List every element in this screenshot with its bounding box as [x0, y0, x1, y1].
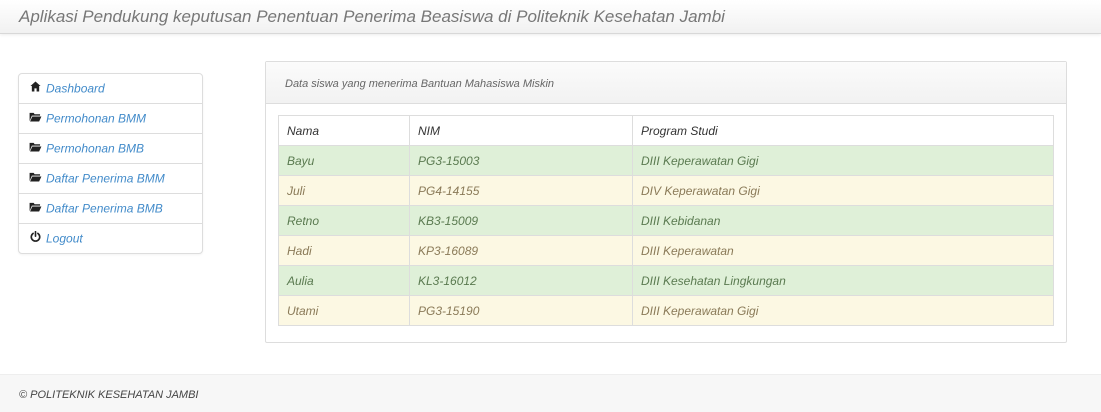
table-row: Bayu PG3-15003 DIII Keperawatan Gigi: [278, 145, 1054, 176]
sidebar-item-label: Daftar Penerima BMB: [46, 201, 163, 216]
column-header-program-studi: Program Studi: [632, 115, 1054, 146]
sidebar-item-daftar-penerima-bmb[interactable]: Daftar Penerima BMB: [19, 194, 202, 224]
folder-open-icon: [29, 194, 42, 223]
table-header-row: Nama NIM Program Studi: [278, 115, 1054, 146]
sidebar-item-permohonan-bmb[interactable]: Permohonan BMB: [19, 134, 202, 164]
top-navbar: Aplikasi Pendukung keputusan Penentuan P…: [0, 0, 1101, 34]
cell-program-studi: DIII Kebidanan: [632, 205, 1054, 236]
home-icon: [29, 74, 42, 103]
cell-program-studi: DIII Kesehatan Lingkungan: [632, 265, 1054, 296]
cell-nim: KB3-15009: [409, 205, 633, 236]
cell-program-studi: DIII Keperawatan Gigi: [632, 145, 1054, 176]
table-row: Retno KB3-15009 DIII Kebidanan: [278, 205, 1054, 236]
cell-nama: Aulia: [278, 265, 410, 296]
page-footer: © POLITEKNIK KESEHATAN JAMBI: [0, 374, 1101, 412]
cell-nim: PG3-15190: [409, 295, 633, 326]
cell-program-studi: DIV Keperawatan Gigi: [632, 175, 1054, 206]
column-header-nama: Nama: [278, 115, 410, 146]
sidebar-item-label: Permohonan BMM: [46, 111, 147, 126]
column-header-nim: NIM: [409, 115, 633, 146]
sidebar-item-dashboard[interactable]: Dashboard: [19, 74, 202, 104]
sidebar-item-logout[interactable]: Logout: [19, 224, 202, 253]
cell-nama: Bayu: [278, 145, 410, 176]
folder-open-icon: [29, 164, 42, 193]
panel-heading: Data siswa yang menerima Bantuan Mahasis…: [266, 62, 1066, 104]
cell-nama: Utami: [278, 295, 410, 326]
sidebar-item-label: Dashboard: [46, 81, 105, 96]
cell-nim: PG3-15003: [409, 145, 633, 176]
table-row: Juli PG4-14155 DIV Keperawatan Gigi: [278, 175, 1054, 206]
sidebar-item-daftar-penerima-bmm[interactable]: Daftar Penerima BMM: [19, 164, 202, 194]
table-row: Utami PG3-15190 DIII Keperawatan Gigi: [278, 295, 1054, 326]
sidebar-menu: Dashboard Permohonan BMM Permohonan BMB …: [18, 73, 203, 254]
sidebar-item-permohonan-bmm[interactable]: Permohonan BMM: [19, 104, 202, 134]
cell-nim: KP3-16089: [409, 235, 633, 266]
cell-nim: KL3-16012: [409, 265, 633, 296]
sidebar-item-label: Logout: [46, 231, 83, 246]
folder-open-icon: [29, 134, 42, 163]
cell-nama: Retno: [278, 205, 410, 236]
power-icon: [29, 224, 42, 253]
cell-program-studi: DIII Keperawatan: [632, 235, 1054, 266]
cell-nama: Hadi: [278, 235, 410, 266]
sidebar-item-label: Permohonan BMB: [46, 141, 145, 156]
table-row: Aulia KL3-16012 DIII Kesehatan Lingkunga…: [278, 265, 1054, 296]
cell-nama: Juli: [278, 175, 410, 206]
recipients-panel: Data siswa yang menerima Bantuan Mahasis…: [265, 61, 1067, 343]
footer-copyright: © POLITEKNIK KESEHATAN JAMBI: [19, 389, 199, 401]
app-title[interactable]: Aplikasi Pendukung keputusan Penentuan P…: [19, 7, 725, 27]
cell-nim: PG4-14155: [409, 175, 633, 206]
sidebar-item-label: Daftar Penerima BMM: [46, 171, 165, 186]
table-row: Hadi KP3-16089 DIII Keperawatan: [278, 235, 1054, 266]
folder-open-icon: [29, 104, 42, 133]
cell-program-studi: DIII Keperawatan Gigi: [632, 295, 1054, 326]
recipients-table: Nama NIM Program Studi Bayu PG3-15003 DI…: [278, 115, 1054, 326]
